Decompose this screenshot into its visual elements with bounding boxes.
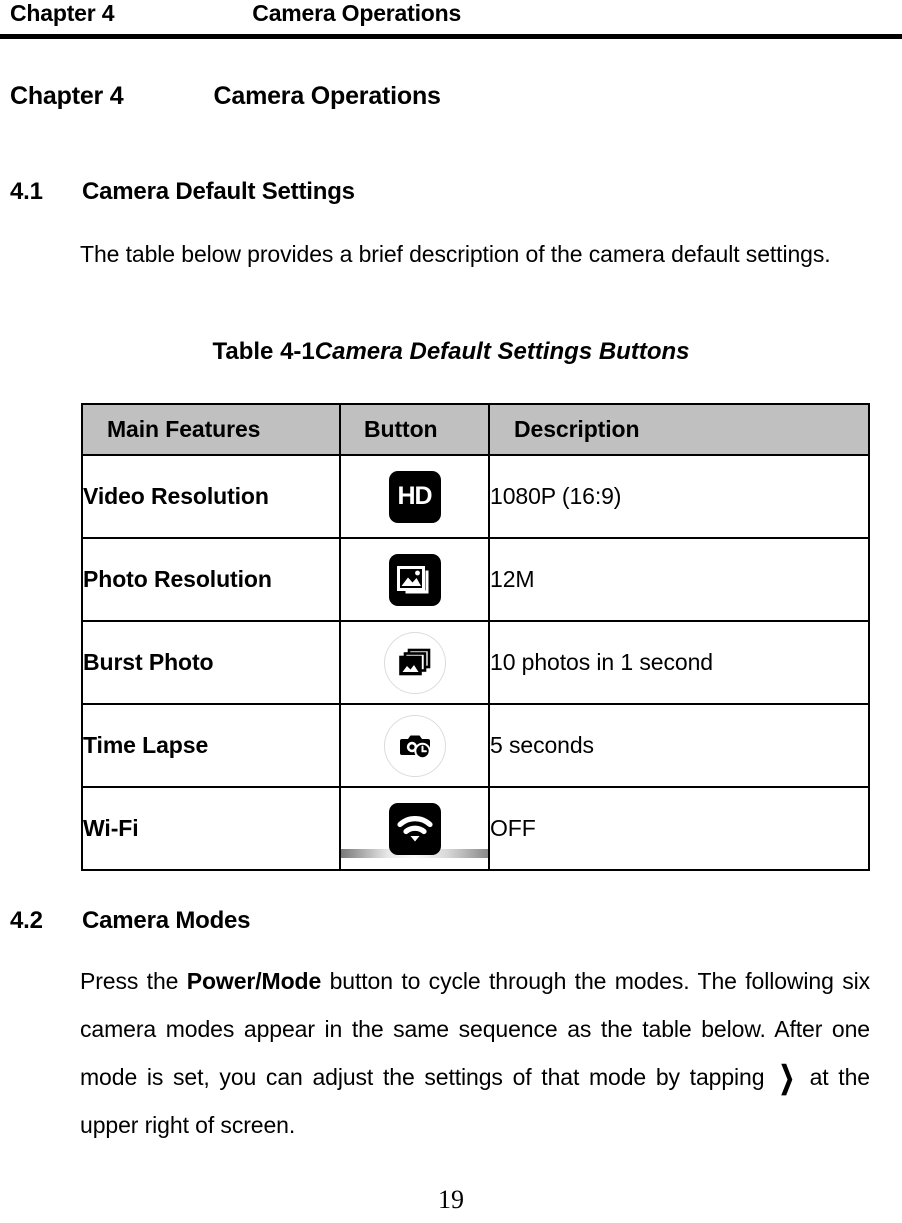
table-caption-text: Camera Default Settings Buttons [314,338,690,365]
column-header-button: Button [339,403,490,456]
burst-photo-glyph [398,648,430,675]
description-time-lapse: 5 seconds [488,703,870,788]
chapter-title-number: Chapter 4 [10,82,124,110]
table-row: Time Lapse 5 seconds [81,703,870,788]
table-row: Burst Photo 10 photos in 1 second [81,620,870,705]
section-title-4-2: Camera Modes [82,907,251,934]
section-heading-4-1: 4.1 Camera Default Settings [10,178,355,206]
chapter-title: Chapter 4 Camera Operations [10,82,441,111]
table-caption: Table 4-1Camera Default Settings Buttons [0,338,902,366]
feature-video-resolution: Video Resolution [81,454,341,539]
hd-badge-label: HD [388,470,441,523]
camera-default-settings-table: Main Features Button Description Video R… [81,403,870,871]
paragraph-4-2-part1: Press the [80,968,187,994]
table-row: Video Resolution HD 1080P (16:9) [81,454,870,539]
running-header-chapter: Chapter 4 [10,0,115,26]
section-number-4-2: 4.2 [10,907,43,934]
running-header: Chapter 4 Camera Operations [0,0,902,38]
feature-wifi: Wi-Fi [81,786,341,871]
description-burst-photo: 10 photos in 1 second [488,620,870,705]
button-cell-video-resolution: HD [339,454,490,539]
button-cell-time-lapse [339,703,490,788]
column-header-description: Description [488,403,870,456]
scan-artifact-smudge [341,849,489,858]
wifi-glyph [396,815,433,841]
header-rule [0,34,902,39]
section-heading-4-2: 4.2 Camera Modes [10,907,251,935]
table-row: Photo Resolution 12M [81,537,870,622]
chevron-right-icon: ❯ [779,1059,795,1095]
hd-badge-icon: HD [388,470,441,523]
description-wifi: OFF [488,786,870,871]
description-video-resolution: 1080P (16:9) [488,454,870,539]
feature-photo-resolution: Photo Resolution [81,537,341,622]
section-number-4-1: 4.1 [10,178,43,205]
table-header-row: Main Features Button Description [81,403,870,456]
button-cell-photo-resolution [339,537,490,622]
paragraph-4-1: The table below provides a brief descrip… [80,241,831,267]
running-header-title: Camera Operations [252,0,462,26]
photo-resolution-icon [388,553,441,606]
feature-burst-photo: Burst Photo [81,620,341,705]
time-lapse-glyph [399,735,431,759]
page-number: 19 [438,1185,464,1214]
table-caption-number: Table 4-1 [212,338,315,365]
chapter-title-name: Camera Operations [213,82,441,110]
paragraph-4-2: Press the Power/Mode button to cycle thr… [80,957,870,1149]
photo-resolution-glyph [396,565,428,593]
power-mode-emphasis: Power/Mode [186,968,322,994]
time-lapse-icon [383,714,446,777]
description-photo-resolution: 12M [488,537,870,622]
column-header-main-features: Main Features [81,403,341,456]
wifi-icon [388,802,441,855]
burst-photo-icon [383,631,446,694]
section-title-4-1: Camera Default Settings [82,178,355,205]
feature-time-lapse: Time Lapse [81,703,341,788]
button-cell-burst-photo [339,620,490,705]
